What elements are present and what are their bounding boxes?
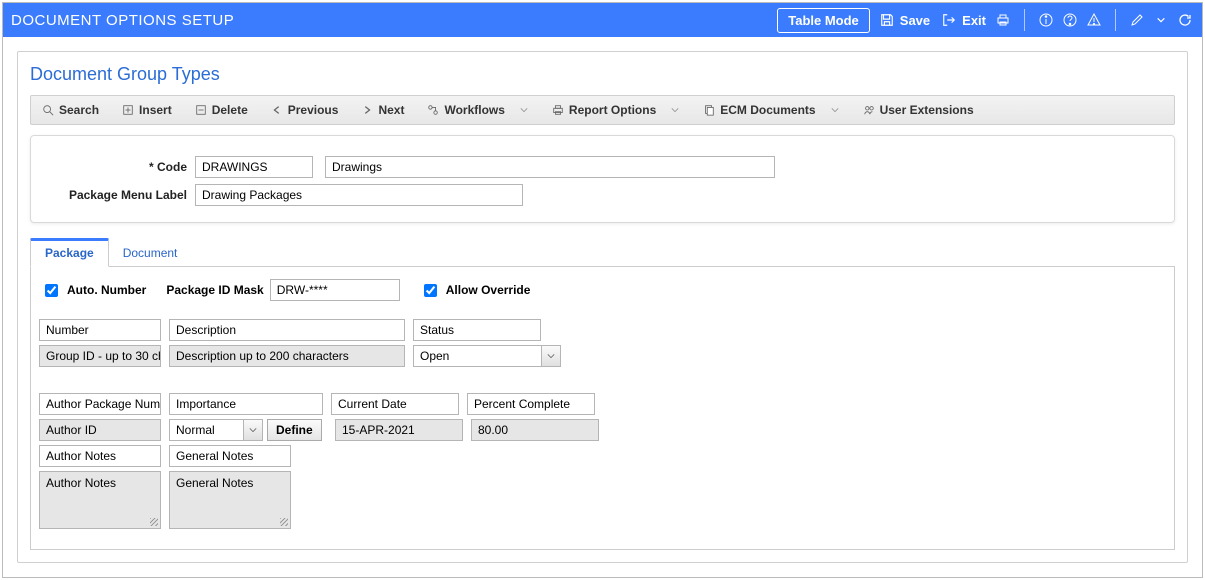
documents-icon [702, 103, 716, 117]
workflows-icon [426, 103, 440, 117]
panel-document-group-types: Document Group Types Search Insert Delet… [17, 51, 1188, 563]
tab-body-package: Auto. Number Package ID Mask Allow Overr… [30, 267, 1175, 550]
user-extensions-button[interactable]: User Extensions [858, 100, 978, 120]
allow-override-checkbox[interactable] [424, 284, 437, 297]
package-id-mask-label: Package ID Mask [166, 283, 263, 297]
auto-number-label: Auto. Number [67, 283, 146, 297]
info-icon[interactable] [1037, 11, 1055, 29]
previous-icon [270, 103, 284, 117]
warning-icon[interactable] [1085, 11, 1103, 29]
tabstrip: Package Document [30, 237, 1175, 267]
col-importance: Importance [169, 393, 323, 415]
col-description: Description [169, 319, 405, 341]
search-button[interactable]: Search [37, 100, 103, 120]
search-icon [41, 103, 55, 117]
package-menu-label-input[interactable] [195, 184, 523, 206]
tab-package[interactable]: Package [30, 238, 109, 267]
exit-label: Exit [962, 13, 986, 28]
current-date-field[interactable]: 15-APR-2021 [335, 419, 463, 441]
next-icon [360, 103, 374, 117]
refresh-icon[interactable] [1176, 11, 1194, 29]
user-extensions-icon [862, 103, 876, 117]
save-button[interactable]: Save [876, 11, 932, 29]
percent-complete-field[interactable]: 80.00 [471, 419, 599, 441]
author-notes-textarea[interactable]: Author Notes [39, 471, 161, 529]
delete-button[interactable]: Delete [190, 100, 252, 120]
header-form: * Code Package Menu Label [30, 135, 1175, 223]
chevron-down-icon [670, 105, 680, 115]
description-field[interactable]: Description up to 200 characters [169, 345, 405, 367]
col-general-notes: General Notes [169, 445, 291, 467]
col-status: Status [413, 319, 541, 341]
print-icon [551, 103, 565, 117]
panel-title: Document Group Types [30, 64, 1175, 85]
chevron-down-icon [830, 105, 840, 115]
report-options-button[interactable]: Report Options [547, 100, 684, 120]
exit-icon [940, 11, 958, 29]
workflows-button[interactable]: Workflows [422, 100, 532, 120]
edit-icon[interactable] [1128, 11, 1146, 29]
auto-number-checkbox[interactable] [45, 284, 58, 297]
delete-icon [194, 103, 208, 117]
menu-label-label: Package Menu Label [47, 188, 195, 202]
save-icon [878, 11, 896, 29]
table-mode-button[interactable]: Table Mode [777, 8, 870, 33]
previous-button[interactable]: Previous [266, 100, 343, 120]
insert-icon [121, 103, 135, 117]
define-button[interactable]: Define [267, 419, 322, 441]
help-icon[interactable] [1061, 11, 1079, 29]
tab-document[interactable]: Document [109, 238, 192, 267]
save-label: Save [900, 13, 930, 28]
group-id-field[interactable]: Group ID - up to 30 characters [39, 345, 161, 367]
titlebar: DOCUMENT OPTIONS SETUP Table Mode Save E… [3, 3, 1202, 37]
insert-button[interactable]: Insert [117, 100, 176, 120]
allow-override-label: Allow Override [446, 283, 531, 297]
chevron-down-icon[interactable] [541, 345, 561, 367]
general-notes-textarea[interactable]: General Notes [169, 471, 291, 529]
chevron-down-icon[interactable] [1152, 11, 1170, 29]
status-select[interactable]: Open [413, 345, 561, 367]
code-description-input[interactable] [325, 156, 775, 178]
col-number: Number [39, 319, 161, 341]
action-toolbar: Search Insert Delete Previous Next [30, 95, 1175, 125]
next-button[interactable]: Next [356, 100, 408, 120]
importance-value: Normal [169, 419, 243, 441]
package-id-mask-input[interactable] [270, 279, 400, 301]
code-input[interactable] [195, 156, 313, 178]
author-id-field[interactable]: Author ID [39, 419, 161, 441]
importance-select[interactable]: Normal [169, 419, 263, 441]
col-author-package-number: Author Package Number [39, 393, 161, 415]
print-icon[interactable] [994, 11, 1012, 29]
col-percent-complete: Percent Complete [467, 393, 595, 415]
col-author-notes: Author Notes [39, 445, 161, 467]
chevron-down-icon[interactable] [243, 419, 263, 441]
chevron-down-icon [519, 105, 529, 115]
exit-button[interactable]: Exit [938, 11, 988, 29]
ecm-documents-button[interactable]: ECM Documents [698, 100, 843, 120]
col-current-date: Current Date [331, 393, 459, 415]
code-label: * Code [47, 160, 195, 174]
status-value: Open [413, 345, 541, 367]
window-title: DOCUMENT OPTIONS SETUP [11, 12, 234, 29]
